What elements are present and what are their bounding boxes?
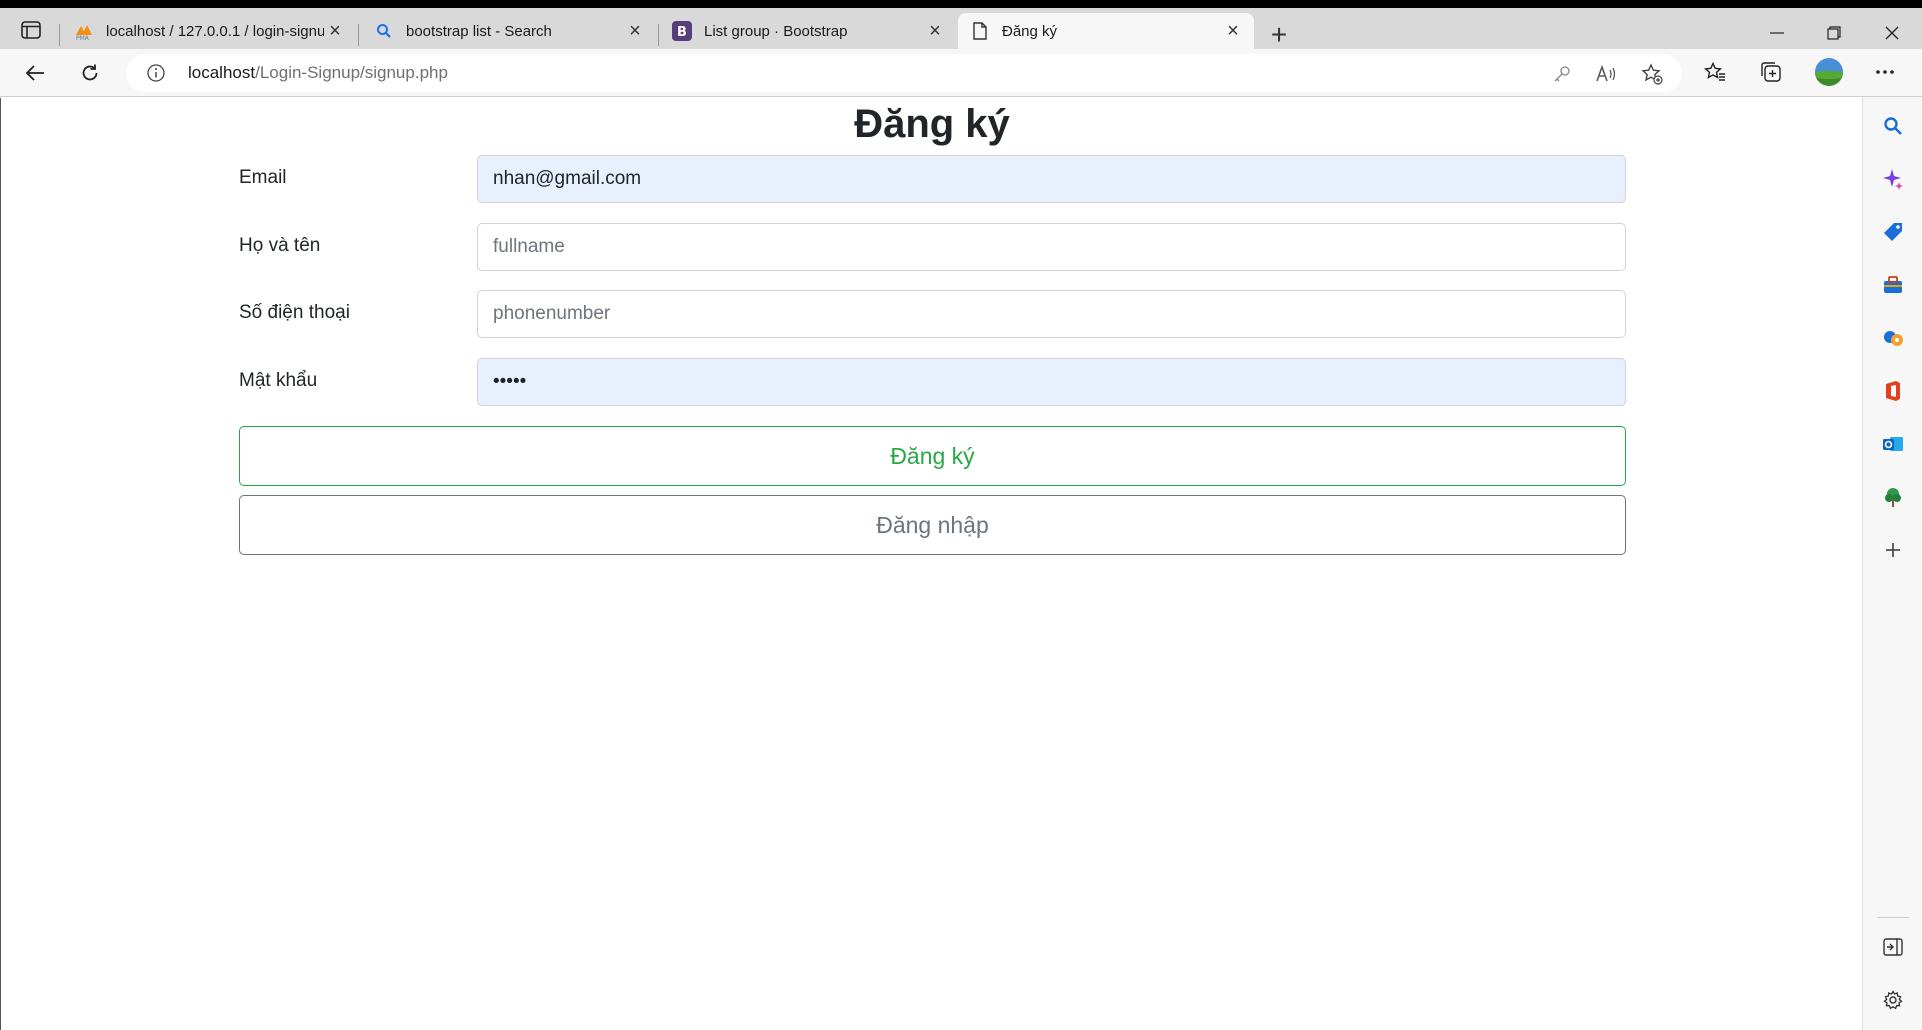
tab-separator xyxy=(358,24,359,46)
phone-field[interactable] xyxy=(477,290,1626,338)
hide-sidebar-icon[interactable] xyxy=(1881,935,1905,959)
svg-text:PMA: PMA xyxy=(76,35,90,41)
email-label: Email xyxy=(239,167,287,188)
window-top-edge xyxy=(0,0,1922,8)
url-text[interactable]: localhost/Login-Signup/signup.php xyxy=(188,63,448,83)
url-box[interactable]: localhost/Login-Signup/signup.php xyxy=(126,54,1682,92)
tab-bar: PMA localhost / 127.0.0.1 / login-signup… xyxy=(0,8,1922,49)
restore-button[interactable] xyxy=(1811,18,1857,48)
close-tab-icon[interactable]: × xyxy=(624,20,646,42)
add-sidebar-app-icon[interactable] xyxy=(1881,538,1905,562)
tab-list-group-bootstrap[interactable]: B List group · Bootstrap × xyxy=(670,13,952,49)
url-path: /Login-Signup/signup.php xyxy=(255,63,448,82)
tab-actions-menu-icon[interactable] xyxy=(14,16,48,44)
drop-tree-icon[interactable] xyxy=(1881,485,1905,509)
form-row-email: Email xyxy=(239,155,1626,203)
copilot-sparkle-icon[interactable] xyxy=(1881,167,1905,191)
signup-button[interactable]: Đăng ký xyxy=(239,426,1626,486)
tab-title: bootstrap list - Search xyxy=(406,22,552,40)
tab-separator xyxy=(658,24,659,46)
outlook-icon[interactable] xyxy=(1881,432,1905,456)
minimize-button[interactable] xyxy=(1754,18,1800,48)
sidebar-divider xyxy=(1877,917,1909,918)
email-field[interactable] xyxy=(477,155,1626,203)
edge-sidebar xyxy=(1862,97,1922,1030)
url-host: localhost xyxy=(188,63,256,82)
tab-title: List group · Bootstrap xyxy=(704,22,848,40)
site-info-icon[interactable] xyxy=(146,63,166,83)
new-tab-button[interactable]: + xyxy=(1264,21,1294,51)
office-icon[interactable] xyxy=(1881,379,1905,403)
phpmyadmin-icon: PMA xyxy=(74,21,94,41)
password-label: Mật khẩu xyxy=(239,370,318,391)
tab-bootstrap-search[interactable]: bootstrap list - Search × xyxy=(372,13,650,49)
collections-icon[interactable] xyxy=(1756,57,1786,87)
bootstrap-icon: B xyxy=(672,21,692,41)
close-tab-icon[interactable]: × xyxy=(1222,20,1244,42)
fullname-label: Họ và tên xyxy=(239,235,321,256)
page-icon xyxy=(970,21,990,41)
tab-dang-ky[interactable]: Đăng ký × xyxy=(958,13,1254,49)
login-button[interactable]: Đăng nhập xyxy=(239,495,1626,555)
tab-phpmyadmin[interactable]: PMA localhost / 127.0.0.1 / login-signup… xyxy=(72,13,352,49)
page-content: Đăng ký Email Họ và tên Số điện thoại Mậ… xyxy=(0,98,1862,1030)
refresh-button[interactable] xyxy=(72,57,108,89)
add-favorite-icon[interactable] xyxy=(1640,63,1664,85)
games-icon[interactable] xyxy=(1881,326,1905,350)
favorites-icon[interactable] xyxy=(1700,57,1730,87)
close-tab-icon[interactable]: × xyxy=(924,20,946,42)
form-row-password: Mật khẩu xyxy=(239,358,1626,406)
svg-text:B: B xyxy=(677,25,687,40)
page-title: Đăng ký xyxy=(854,102,1010,146)
form-row-fullname: Họ và tên xyxy=(239,223,1626,271)
password-field[interactable] xyxy=(477,358,1626,406)
fullname-field[interactable] xyxy=(477,223,1626,271)
close-tab-icon[interactable]: × xyxy=(324,20,346,42)
password-key-icon[interactable] xyxy=(1550,63,1574,85)
form-row-phone: Số điện thoại xyxy=(239,290,1626,338)
back-button[interactable] xyxy=(17,57,53,89)
settings-gear-icon[interactable] xyxy=(1881,988,1905,1012)
profile-avatar[interactable] xyxy=(1813,56,1845,88)
sidebar-search-icon[interactable] xyxy=(1881,114,1905,138)
tab-separator xyxy=(59,24,60,46)
tools-briefcase-icon[interactable] xyxy=(1881,273,1905,297)
phone-label: Số điện thoại xyxy=(239,302,350,323)
shopping-tag-icon[interactable] xyxy=(1881,220,1905,244)
address-bar-row: localhost/Login-Signup/signup.php xyxy=(0,49,1922,97)
tab-title: localhost / 127.0.0.1 / login-signup xyxy=(106,22,324,40)
close-window-button[interactable] xyxy=(1869,18,1915,48)
more-menu-icon[interactable] xyxy=(1870,57,1900,87)
search-icon xyxy=(374,21,394,41)
read-aloud-icon[interactable] xyxy=(1594,63,1618,85)
tab-title: Đăng ký xyxy=(1002,22,1058,40)
